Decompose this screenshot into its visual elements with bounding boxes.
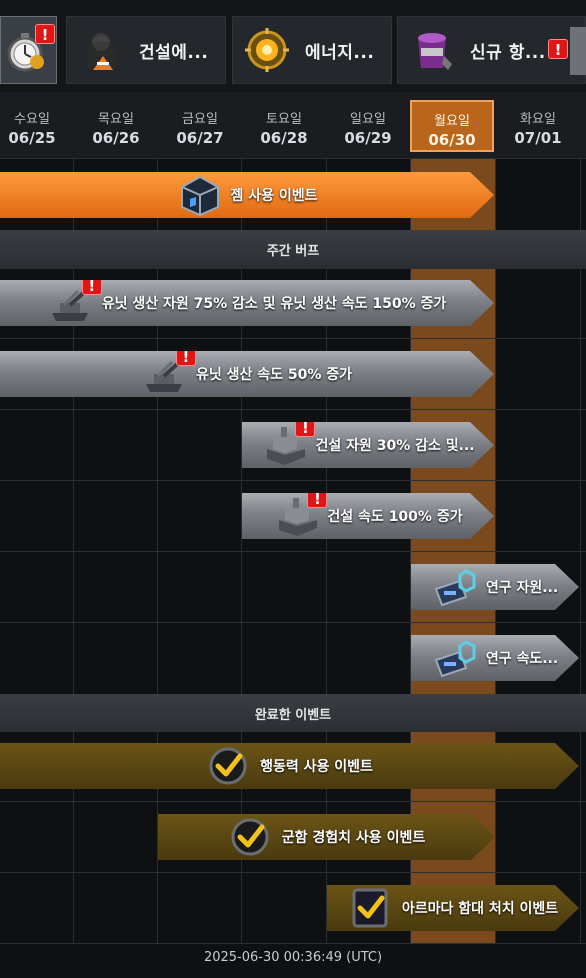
check-badge-icon	[206, 744, 254, 788]
alert-badge: !	[295, 417, 315, 437]
server-time: 2025-06-30 00:36:49 (UTC)	[203, 950, 383, 965]
event-bar-gem-usage[interactable]: 젬 사용 이벤트	[0, 172, 494, 218]
day-name: 목요일	[98, 112, 134, 127]
grid-line	[0, 801, 586, 802]
day-date: 06/30	[428, 131, 476, 149]
grid-line	[0, 622, 586, 623]
grid-line	[0, 943, 586, 944]
buff-label: 연구 속도...	[485, 651, 559, 667]
buff-label: 유닛 생산 자원 75% 감소 및 유닛 생산 속도 150% 증가	[101, 296, 447, 312]
construction-worker-icon	[77, 26, 125, 74]
alert-badge: !	[35, 24, 55, 44]
paint-bucket-icon	[408, 26, 456, 74]
grid-line	[0, 872, 586, 873]
day-column-header[interactable]: 화요일 07/01	[496, 100, 580, 152]
day-name: 화요일	[520, 112, 556, 127]
alert-badge: !	[82, 275, 102, 295]
day-column-header[interactable]: 금요일 06/27	[158, 100, 242, 152]
check-badge-icon	[228, 815, 276, 859]
grid-line	[0, 158, 586, 159]
day-date: 06/25	[8, 129, 56, 147]
tab-timer[interactable]: !	[0, 16, 57, 84]
grid-line	[0, 551, 586, 552]
day-date: 06/27	[176, 129, 224, 147]
section-header-completed: 완료한 이벤트	[0, 694, 586, 732]
event-tab-bar: ! 건설에... 에너지... 신규 항... !	[0, 0, 586, 92]
day-column-header[interactable]: 수요일 06/25	[0, 100, 74, 152]
grid-line	[0, 409, 586, 410]
section-header-weekly-buff: 주간 버프	[0, 230, 586, 268]
today-column-header[interactable]: 월요일 06/30	[410, 100, 494, 152]
completed-event-label: 행동력 사용 이벤트	[260, 759, 373, 775]
day-date: 07/01	[514, 129, 562, 147]
building-icon: !	[261, 423, 309, 467]
completed-event-bar-warship-xp[interactable]: 군함 경험치 사용 이벤트	[158, 814, 495, 860]
event-label: 젬 사용 이벤트	[230, 188, 318, 204]
day-name: 금요일	[182, 112, 218, 127]
day-date: 06/28	[260, 129, 308, 147]
buff-bar-unit-speed[interactable]: ! 유닛 생산 속도 50% 증가	[0, 351, 494, 397]
tab-energy[interactable]: 에너지...	[232, 16, 392, 84]
buff-bar-research-resource[interactable]: 연구 자원...	[411, 564, 579, 610]
alert-badge: !	[548, 39, 568, 59]
tab-label: 건설에...	[139, 42, 209, 63]
tab-label: 신규 항...	[470, 42, 546, 63]
buff-label: 유닛 생산 속도 50% 증가	[195, 367, 353, 383]
buff-bar-research-speed[interactable]: 연구 속도...	[411, 635, 579, 681]
completed-event-bar-armada-kill[interactable]: 아르마다 함대 처치 이벤트	[327, 885, 579, 931]
artillery-unit-icon: !	[142, 352, 190, 396]
day-column-header[interactable]: 목요일 06/26	[74, 100, 158, 152]
day-column-header[interactable]: 토요일 06/28	[242, 100, 326, 152]
grid-line	[0, 480, 586, 481]
next-tab-partial	[570, 27, 586, 75]
buff-bar-construction-speed[interactable]: ! 건설 속도 100% 증가	[242, 493, 494, 539]
day-name: 일요일	[350, 112, 386, 127]
date-header: 수요일 06/25 목요일 06/26 금요일 06/27 토요일 06/28 …	[0, 92, 586, 158]
day-name: 토요일	[266, 112, 302, 127]
tab-label: 에너지...	[305, 42, 375, 63]
buff-bar-unit-production[interactable]: ! 유닛 생산 자원 75% 감소 및 유닛 생산 속도 150% 증가	[0, 280, 494, 326]
day-name: 수요일	[14, 112, 50, 127]
alert-badge: !	[307, 488, 327, 508]
buff-label: 연구 자원...	[485, 580, 559, 596]
stopwatch-icon: !	[3, 24, 55, 74]
grid-line	[0, 268, 586, 269]
completed-event-label: 군함 경험치 사용 이벤트	[281, 830, 426, 846]
building-icon: !	[273, 494, 321, 538]
grid-line	[0, 338, 586, 339]
check-badge-icon	[348, 886, 396, 930]
completed-event-bar-action-points[interactable]: 행동력 사용 이벤트	[0, 743, 579, 789]
tab-construction[interactable]: 건설에...	[66, 16, 226, 84]
day-date: 06/29	[344, 129, 392, 147]
buff-label: 건설 속도 100% 증가	[327, 509, 463, 525]
artillery-unit-icon: !	[48, 281, 96, 325]
event-calendar-grid: 젬 사용 이벤트 주간 버프 ! 유닛 생산 자원 75% 감소 및 유닛 생산…	[0, 158, 586, 944]
day-column-header[interactable]: 일요일 06/29	[326, 100, 410, 152]
alert-badge: !	[176, 346, 196, 366]
day-name: 월요일	[434, 114, 470, 129]
research-chip-icon	[432, 636, 480, 680]
completed-event-label: 아르마다 함대 처치 이벤트	[401, 901, 559, 917]
research-chip-icon	[432, 565, 480, 609]
gem-crate-icon	[176, 173, 224, 217]
buff-bar-construction-resource[interactable]: ! 건설 자원 30% 감소 및...	[242, 422, 494, 468]
energy-core-icon	[243, 26, 291, 74]
day-date: 06/26	[92, 129, 140, 147]
tab-new-item[interactable]: 신규 항... !	[397, 16, 586, 84]
buff-label: 건설 자원 30% 감소 및...	[315, 438, 475, 454]
